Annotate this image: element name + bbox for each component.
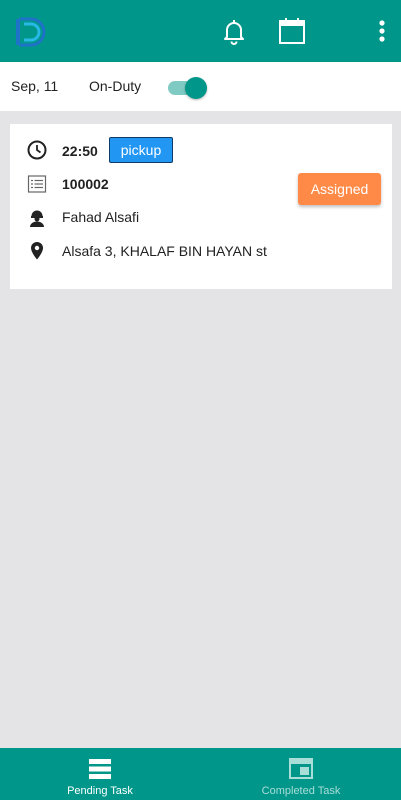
toggle-knob (185, 77, 207, 99)
app-bar (0, 0, 401, 62)
list-icon (27, 175, 47, 193)
bottom-nav: Pending Task Completed Task (0, 748, 401, 800)
assigned-button[interactable]: Assigned (298, 173, 381, 205)
nav-completed-task-label: Completed Task (261, 785, 341, 797)
task-type-badge: pickup (109, 137, 173, 163)
nav-pending-task[interactable]: Pending Task (0, 748, 200, 800)
bell-icon[interactable] (219, 16, 249, 46)
customer-name: Fahad Alsafi (62, 209, 140, 225)
app-logo (16, 17, 46, 47)
on-duty-toggle[interactable] (166, 76, 210, 100)
location-pin-icon (31, 242, 43, 260)
nav-pending-task-label: Pending Task (67, 785, 133, 797)
order-id: 100002 (62, 176, 109, 192)
duty-bar: Sep, 11 On-Duty (0, 62, 401, 111)
task-card[interactable]: 22:50 pickup 100002 Assigned Fahad Alsaf… (10, 124, 392, 289)
task-time: 22:50 (62, 143, 98, 159)
clock-icon (27, 140, 47, 160)
more-vert-icon[interactable] (372, 16, 392, 46)
task-address: Alsafa 3, KHALAF BIN HAYAN st (62, 243, 267, 259)
duty-date: Sep, 11 (11, 78, 59, 94)
duty-status-label: On-Duty (89, 78, 142, 94)
window-icon (289, 758, 313, 779)
list-icon (89, 759, 111, 779)
calendar-icon[interactable] (277, 16, 307, 46)
person-icon (30, 210, 44, 227)
nav-completed-task[interactable]: Completed Task (201, 748, 401, 800)
